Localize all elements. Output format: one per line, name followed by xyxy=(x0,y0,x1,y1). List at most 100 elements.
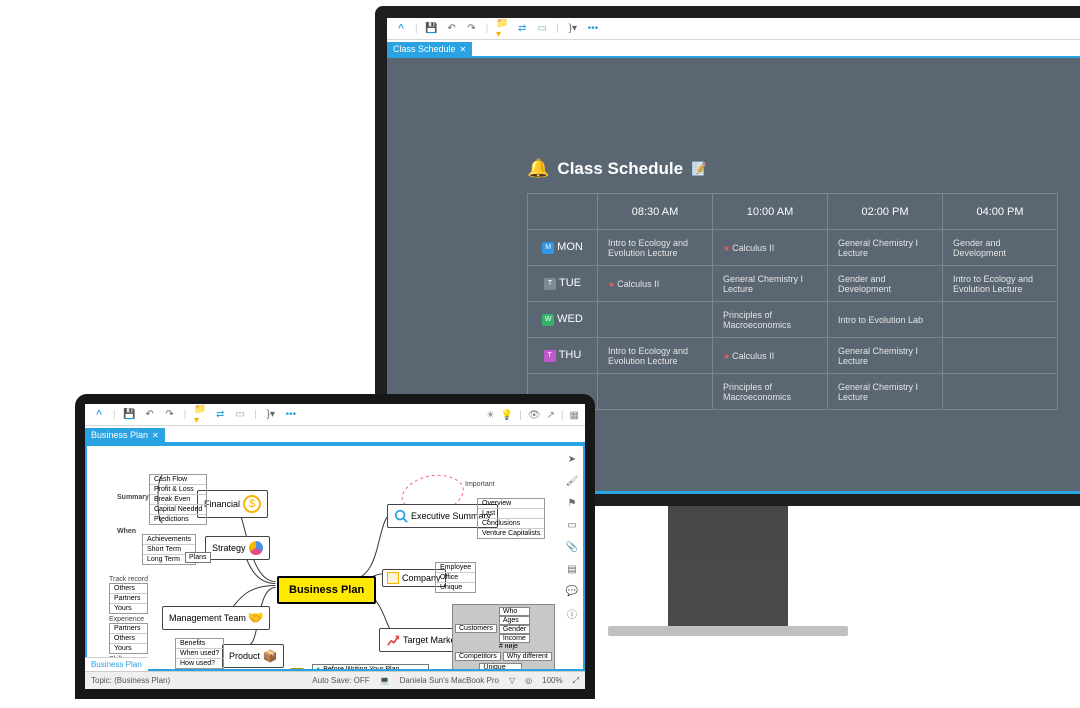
schedule-cell[interactable]: Principles of Macroeconomics xyxy=(713,302,828,338)
info-icon[interactable]: ⓘ xyxy=(565,606,579,620)
sub-item[interactable]: Venture Capitalists xyxy=(478,529,544,538)
app-logo-icon[interactable]: ^ xyxy=(93,409,105,421)
sub-item[interactable]: Conclusions xyxy=(478,519,544,529)
eye-icon[interactable]: 👁 xyxy=(528,410,541,421)
day-cell[interactable]: MMON xyxy=(528,230,598,266)
schedule-cell[interactable] xyxy=(943,338,1058,374)
sub-item[interactable]: Profit & Loss xyxy=(150,485,206,495)
financial-subs[interactable]: Cash Flow Profit & Loss Break Even Capit… xyxy=(149,474,207,525)
schedule-cell[interactable]: ★Calculus II xyxy=(713,230,828,266)
schedule-cell[interactable]: Gender and Development xyxy=(828,266,943,302)
sub-item[interactable]: Benefits xyxy=(176,639,223,649)
sub-item[interactable]: Partners xyxy=(110,624,147,634)
sub-item[interactable]: Unique xyxy=(479,663,522,671)
central-topic[interactable]: Business Plan xyxy=(277,576,376,604)
strategy-plans[interactable]: Plans xyxy=(185,552,211,563)
tab-class-schedule[interactable]: Class Schedule ✕ xyxy=(387,42,472,56)
topic-strategy[interactable]: Strategy xyxy=(205,536,270,560)
folder-icon[interactable]: 📁▾ xyxy=(194,409,206,421)
sub-item[interactable]: Who xyxy=(499,607,530,616)
sub-item[interactable]: Last xyxy=(478,509,544,519)
close-icon[interactable]: ✕ xyxy=(460,45,467,54)
sub-item[interactable]: Others xyxy=(110,584,147,594)
redo-icon[interactable]: ↷ xyxy=(164,409,176,421)
more-icon[interactable]: ••• xyxy=(285,409,297,421)
schedule-cell[interactable]: General Chemistry I Lecture xyxy=(828,374,943,410)
redo-icon[interactable]: ↷ xyxy=(466,23,478,35)
mindmap-canvas[interactable]: ➤ 🖌 ⚑ ▭ 📎 ▤ 💬 ⓘ xyxy=(85,444,585,671)
undo-icon[interactable]: ↶ xyxy=(144,409,156,421)
sub-group[interactable]: Others Partners Yours xyxy=(109,583,148,614)
sub-item[interactable]: Yours xyxy=(110,604,147,613)
sub-item[interactable]: How used? xyxy=(176,659,223,668)
note-item[interactable]: ●Before Writing Your Plan xyxy=(312,664,429,671)
bulb-icon[interactable]: 💡 xyxy=(501,410,513,421)
schedule-cell[interactable] xyxy=(598,374,713,410)
tag-icon[interactable]: ▭ xyxy=(234,409,246,421)
save-icon[interactable]: 💾 xyxy=(124,409,136,421)
flag-icon[interactable]: ⚑ xyxy=(565,496,579,510)
undo-icon[interactable]: ↶ xyxy=(446,23,458,35)
schedule-cell[interactable] xyxy=(598,302,713,338)
layers-icon[interactable]: ▤ xyxy=(565,562,579,576)
target-market-cluster[interactable]: Customers Who Ages Gender Income # није … xyxy=(452,604,555,671)
sub-item[interactable]: Unique xyxy=(436,583,475,592)
app-logo-icon[interactable]: ^ xyxy=(395,23,407,35)
schedule-cell[interactable]: Intro to Ecology and Evolution Lecture xyxy=(598,230,713,266)
company-subs[interactable]: Employee Office Unique xyxy=(435,562,476,593)
tab-business-plan[interactable]: Business Plan ✕ xyxy=(85,428,165,442)
filter-icon[interactable]: ▽ xyxy=(509,676,515,685)
sub-item[interactable]: Ages xyxy=(499,616,530,625)
product-subs[interactable]: Benefits When used? How used? xyxy=(175,638,224,669)
topic-financial[interactable]: Financial $ xyxy=(197,490,268,518)
cursor-icon[interactable]: ➤ xyxy=(565,452,579,466)
expand-icon[interactable]: ⤢ xyxy=(573,676,579,686)
zoom-level[interactable]: 100% xyxy=(542,676,562,685)
sub-item[interactable]: Office xyxy=(436,573,475,583)
sub-item[interactable]: Cash Flow xyxy=(150,475,206,485)
schedule-cell[interactable]: General Chemistry I Lecture xyxy=(713,266,828,302)
sub-item[interactable]: Income xyxy=(499,634,530,643)
sub-item[interactable]: Achievements xyxy=(143,535,195,545)
brace-icon[interactable]: }▾ xyxy=(567,23,579,35)
schedule-cell[interactable]: ★Calculus II xyxy=(713,338,828,374)
link-icon[interactable]: ⇄ xyxy=(214,409,226,421)
schedule-cell[interactable]: General Chemistry I Lecture xyxy=(828,230,943,266)
save-icon[interactable]: 💾 xyxy=(426,23,438,35)
folder-icon[interactable]: 📁▾ xyxy=(496,23,508,35)
sub-item[interactable]: Overview xyxy=(478,499,544,509)
cluster-label[interactable]: Competitors xyxy=(455,652,501,661)
sub-item[interactable]: Yours xyxy=(110,644,147,653)
sub-item[interactable]: Others xyxy=(110,634,147,644)
day-cell[interactable]: TTUE xyxy=(528,266,598,302)
topic-management[interactable]: Management Team 🤝 xyxy=(162,606,270,630)
paint-icon[interactable]: 🖌 xyxy=(565,474,579,488)
sub-item[interactable]: When used? xyxy=(176,649,223,659)
clip-icon[interactable]: 📎 xyxy=(565,540,579,554)
share-icon[interactable]: ↗ xyxy=(547,410,555,421)
topic-product[interactable]: Product 📦 xyxy=(222,644,284,668)
brace-icon[interactable]: }▾ xyxy=(265,409,277,421)
schedule-cell[interactable]: Gender and Development xyxy=(943,230,1058,266)
sub-item[interactable]: Break Even xyxy=(150,495,206,505)
tag-icon[interactable]: ▭ xyxy=(536,23,548,35)
day-cell[interactable]: WWED xyxy=(528,302,598,338)
sub-item[interactable]: Predictions xyxy=(150,515,206,524)
sub-item[interactable]: Gender xyxy=(499,625,530,634)
day-cell[interactable]: TTHU xyxy=(528,338,598,374)
note-icon[interactable]: ▭ xyxy=(565,518,579,532)
link-icon[interactable]: ⇄ xyxy=(516,23,528,35)
more-icon[interactable]: ••• xyxy=(587,23,599,35)
sub-item[interactable]: Partners xyxy=(110,594,147,604)
schedule-cell[interactable]: Intro to Ecology and Evolution Lecture xyxy=(943,266,1058,302)
document-tab[interactable]: Business Plan xyxy=(85,657,148,671)
schedule-cell[interactable]: Intro to Evolution Lab xyxy=(828,302,943,338)
sub-item[interactable]: Employee xyxy=(436,563,475,573)
sun-icon[interactable]: ☀ xyxy=(486,410,495,421)
schedule-cell[interactable]: ★Calculus II xyxy=(598,266,713,302)
comment-icon[interactable]: 💬 xyxy=(565,584,579,598)
schedule-cell[interactable]: Intro to Ecology and Evolution Lecture xyxy=(598,338,713,374)
schedule-cell[interactable]: General Chemistry I Lecture xyxy=(828,338,943,374)
sub-item[interactable]: Why different xyxy=(503,652,552,661)
schedule-cell[interactable] xyxy=(943,302,1058,338)
